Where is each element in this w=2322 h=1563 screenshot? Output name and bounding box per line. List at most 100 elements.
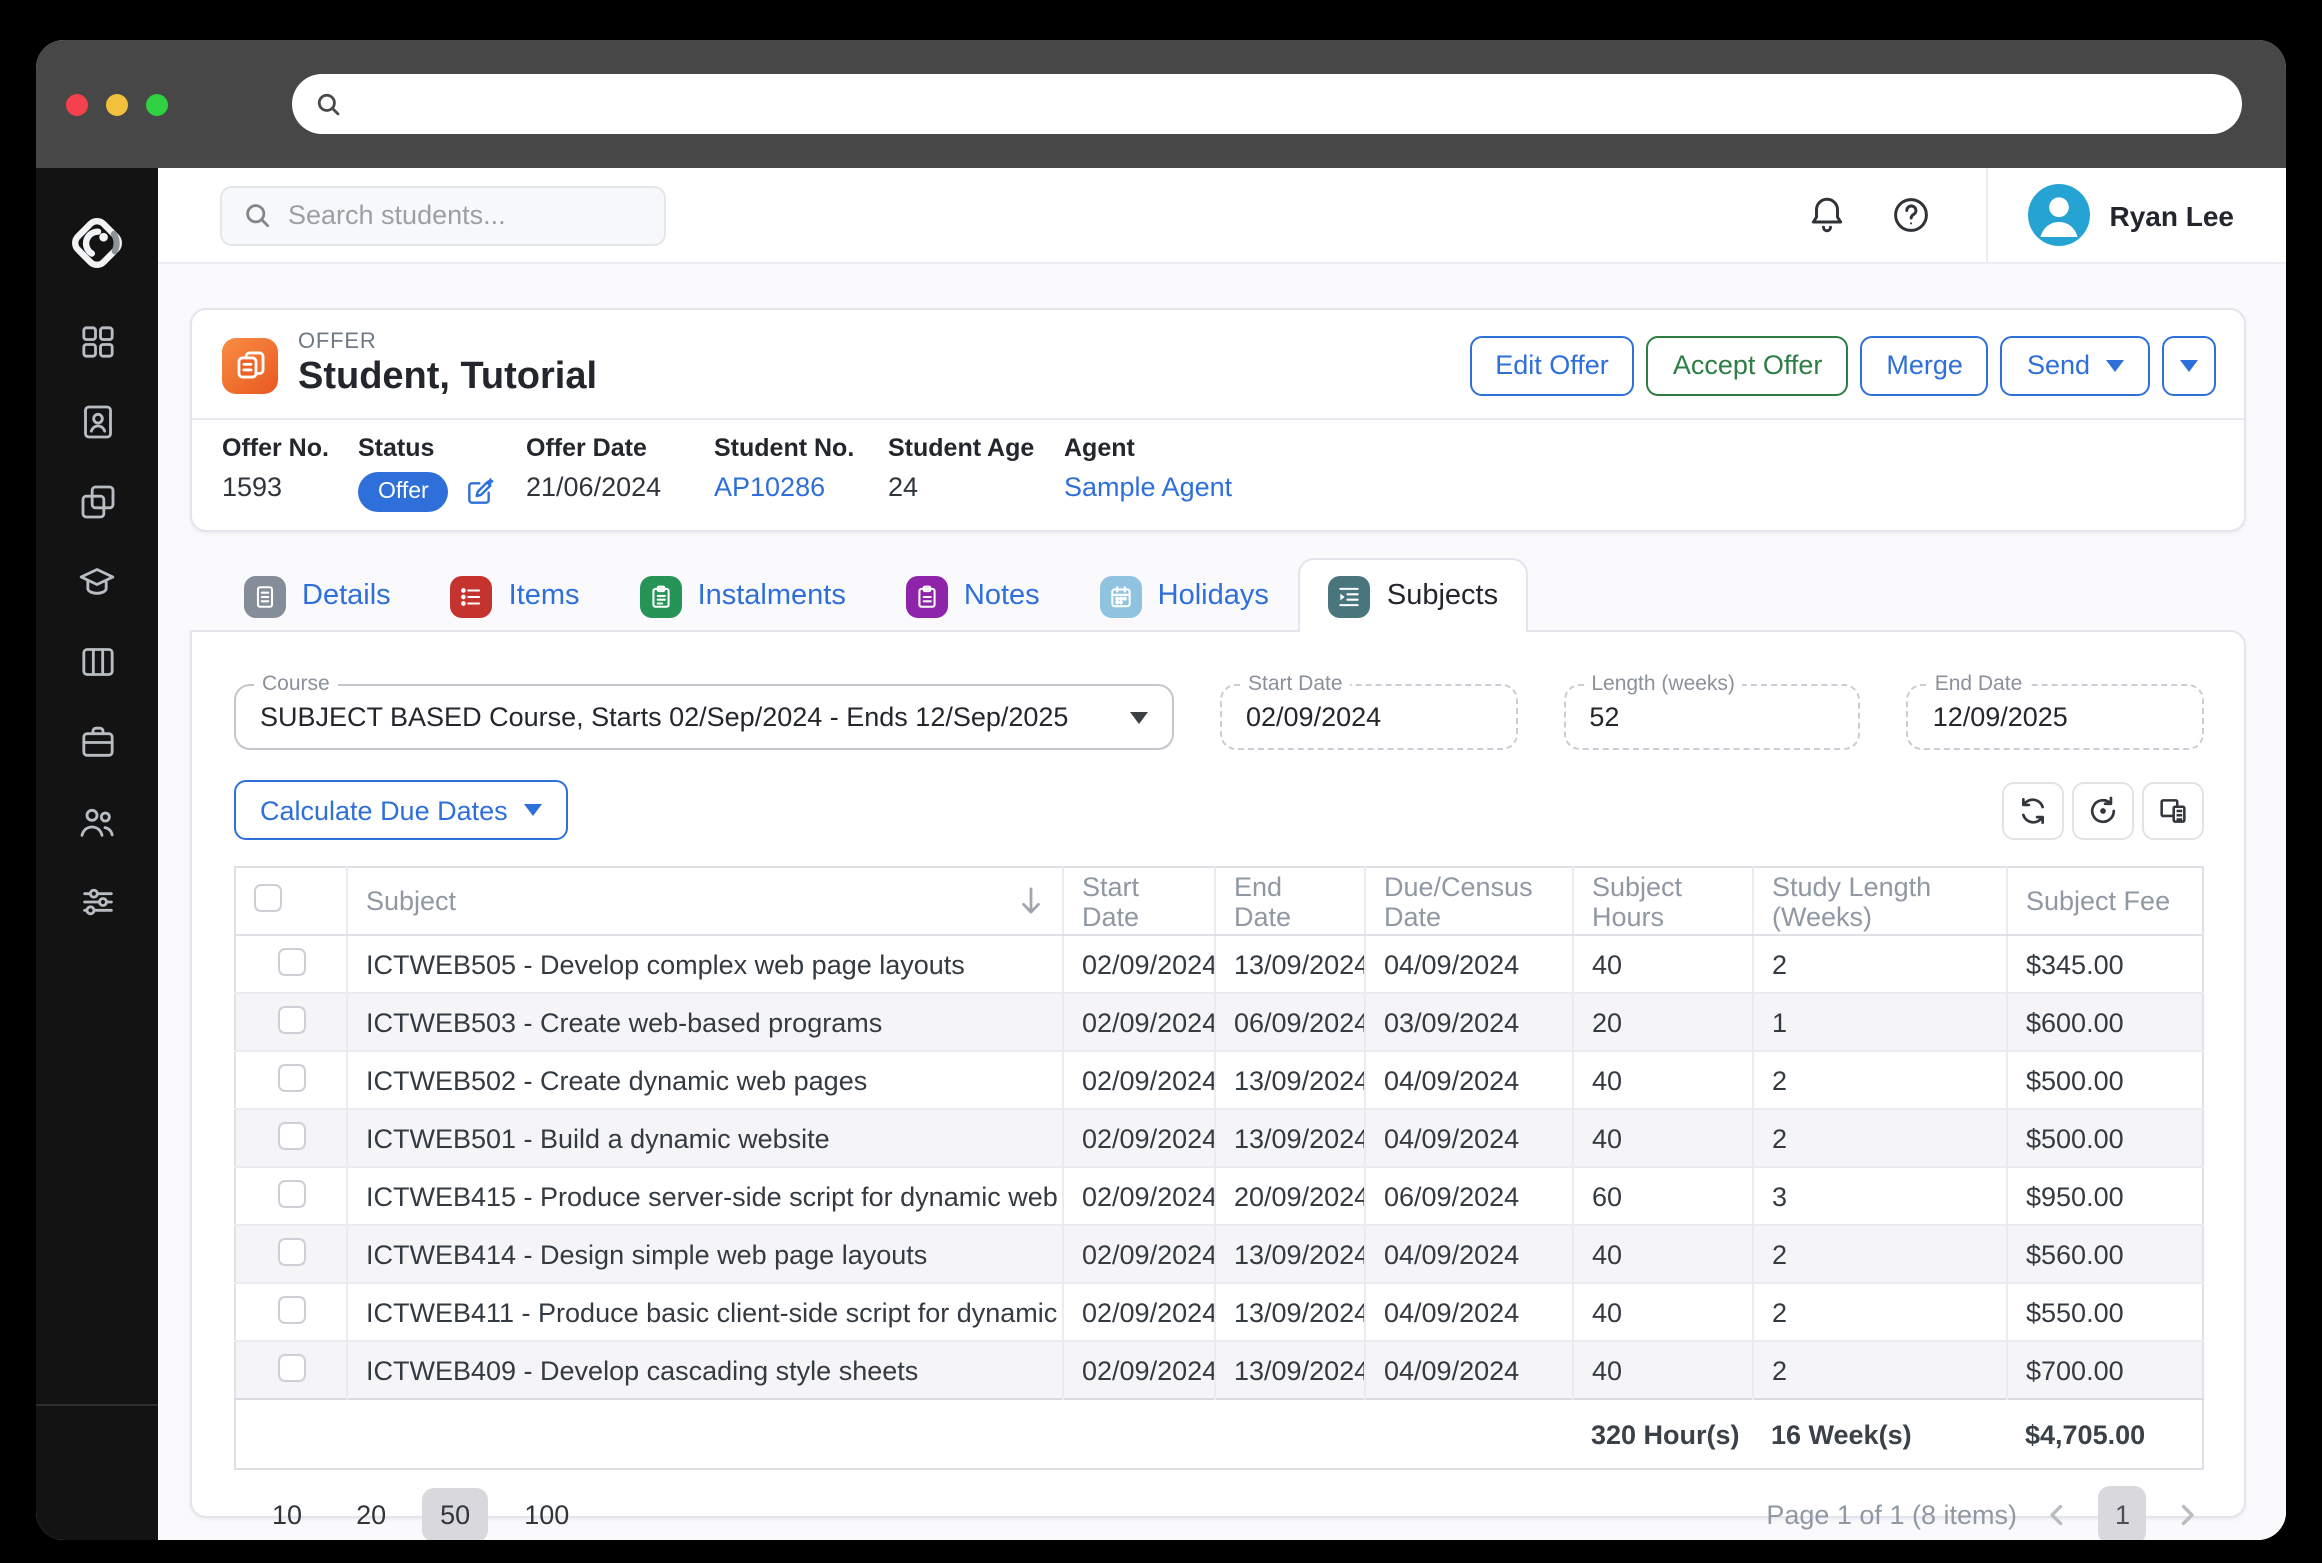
window-controls (36, 93, 168, 115)
row-checkbox[interactable] (277, 1063, 305, 1091)
page-size-20[interactable]: 20 (338, 1487, 404, 1540)
cell: 04/09/2024 (1365, 934, 1574, 993)
page-title: Student, Tutorial (298, 356, 598, 398)
cell: 20 (1573, 992, 1754, 1051)
cell: 04/09/2024 (1365, 1282, 1574, 1341)
row-checkbox[interactable] (277, 1179, 305, 1207)
column-header[interactable]: Subject (347, 867, 1064, 936)
cell: $500.00 (2007, 1108, 2203, 1167)
sidebar-item-offers-icon[interactable] (75, 480, 119, 522)
sidebar-item-dashboard-icon[interactable] (75, 320, 119, 362)
cell: 60 (1573, 1166, 1754, 1225)
edit-status-icon[interactable] (465, 476, 497, 508)
browser-address-bar[interactable] (292, 74, 2242, 134)
cell: ICTWEB505 - Develop complex web page lay… (347, 934, 1064, 993)
table-row: ICTWEB415 - Produce server-side script f… (235, 1166, 2203, 1225)
button-label: Send (2026, 350, 2090, 380)
student-search[interactable] (220, 185, 666, 245)
info-value: 24 (888, 472, 1064, 502)
row-checkbox[interactable] (277, 947, 305, 975)
row-select-cell (235, 1282, 348, 1341)
row-checkbox[interactable] (277, 1121, 305, 1149)
app-logo-icon[interactable] (62, 208, 132, 288)
info-label: Agent (1064, 434, 1135, 462)
total-fee: $4,705.00 (2007, 1398, 2203, 1469)
info-link[interactable]: AP10286 (714, 472, 825, 502)
row-checkbox[interactable] (277, 1295, 305, 1323)
calculate-due-dates-button[interactable]: Calculate Due Dates (234, 780, 568, 840)
cell: 13/09/2024 (1215, 1050, 1366, 1109)
cell: ICTWEB411 - Produce basic client-side sc… (347, 1282, 1064, 1341)
page-summary: Page 1 of 1 (8 items) (1766, 1499, 2017, 1529)
merge-button[interactable]: Merge (1860, 335, 1989, 395)
current-page-button[interactable]: 1 (2098, 1485, 2146, 1540)
holidays-icon (1099, 575, 1142, 617)
column-header: End Date (1215, 867, 1366, 936)
tab-instalments[interactable]: Instalments (610, 558, 876, 632)
tab-items[interactable]: Items (421, 558, 610, 632)
avatar[interactable] (2027, 184, 2090, 246)
row-select-cell (235, 934, 348, 993)
search-input[interactable] (288, 200, 628, 230)
cell: $345.00 (2007, 934, 2203, 993)
tab-details[interactable]: Details (214, 558, 421, 632)
chevron-left-icon[interactable] (2041, 1497, 2075, 1531)
course-select[interactable]: Course SUBJECT BASED Course, Starts 02/S… (234, 672, 1174, 750)
offer-info-offer-no: Offer No. 1593 (222, 434, 358, 512)
minimize-button[interactable] (106, 93, 128, 115)
page-size-50[interactable]: 50 (422, 1487, 489, 1540)
notifications-bell-icon[interactable] (1794, 181, 1862, 249)
select-all-checkbox[interactable] (254, 884, 282, 912)
cell: 02/09/2024 (1063, 1224, 1216, 1283)
tab-subjects[interactable]: Subjects (1298, 558, 1529, 632)
user-name: Ryan Lee (2109, 199, 2235, 231)
row-select-cell (235, 1166, 348, 1225)
cell: 06/09/2024 (1365, 1166, 1574, 1225)
help-icon[interactable] (1878, 181, 1946, 249)
sidebar-item-services-icon[interactable] (75, 720, 119, 762)
cell: 04/09/2024 (1365, 1224, 1574, 1283)
cell: 2 (1753, 1282, 2008, 1341)
total-weeks: 16 Week(s) (1753, 1398, 2007, 1469)
history-button[interactable] (2072, 781, 2134, 839)
status-badge: Offer (358, 472, 449, 512)
info-label: Offer Date (526, 434, 647, 462)
cell: ICTWEB502 - Create dynamic web pages (347, 1050, 1064, 1109)
row-checkbox[interactable] (277, 1237, 305, 1265)
sidebar-divider (36, 1404, 158, 1406)
accept-offer-button[interactable]: Accept Offer (1646, 335, 1849, 395)
table-row: ICTWEB505 - Develop complex web page lay… (235, 934, 2203, 993)
column-header-label: Subject (366, 886, 457, 916)
cell: 13/09/2024 (1215, 1108, 1366, 1167)
cell: 02/09/2024 (1063, 1108, 1216, 1167)
page-size-10[interactable]: 10 (254, 1487, 320, 1540)
cell: 40 (1573, 1108, 1754, 1167)
zoom-button[interactable] (146, 93, 168, 115)
more-actions-button[interactable] (2162, 335, 2216, 395)
sidebar-item-courses-icon[interactable] (75, 560, 119, 602)
cell: ICTWEB409 - Develop cascading style shee… (347, 1340, 1064, 1399)
sidebar-nav (75, 320, 119, 922)
column-header: Due/Census Date (1365, 867, 1574, 936)
cell: 2 (1753, 1050, 2008, 1109)
start-date-field: Start Date 02/09/2024 (1220, 672, 1518, 750)
row-checkbox[interactable] (277, 1353, 305, 1381)
edit-offer-button[interactable]: Edit Offer (1469, 335, 1635, 395)
row-checkbox[interactable] (277, 1005, 305, 1033)
cell: $500.00 (2007, 1050, 2203, 1109)
info-link[interactable]: Sample Agent (1064, 472, 1232, 502)
sidebar-item-timetables-icon[interactable] (75, 640, 119, 682)
close-button[interactable] (66, 93, 88, 115)
sidebar-item-contacts-icon[interactable] (75, 400, 119, 442)
tab-notes[interactable]: Notes (876, 558, 1070, 632)
cell: 1 (1753, 992, 2008, 1051)
chevron-right-icon[interactable] (2170, 1497, 2204, 1531)
send-button[interactable]: Send (2000, 335, 2150, 395)
cell: 04/09/2024 (1365, 1340, 1574, 1399)
refresh-button[interactable] (2002, 781, 2064, 839)
tab-holidays[interactable]: Holidays (1070, 558, 1299, 632)
sidebar-item-settings-icon[interactable] (75, 880, 119, 922)
sidebar-item-agents-icon[interactable] (75, 800, 119, 842)
column-chooser-button[interactable] (2142, 781, 2204, 839)
page-size-100[interactable]: 100 (506, 1487, 587, 1540)
